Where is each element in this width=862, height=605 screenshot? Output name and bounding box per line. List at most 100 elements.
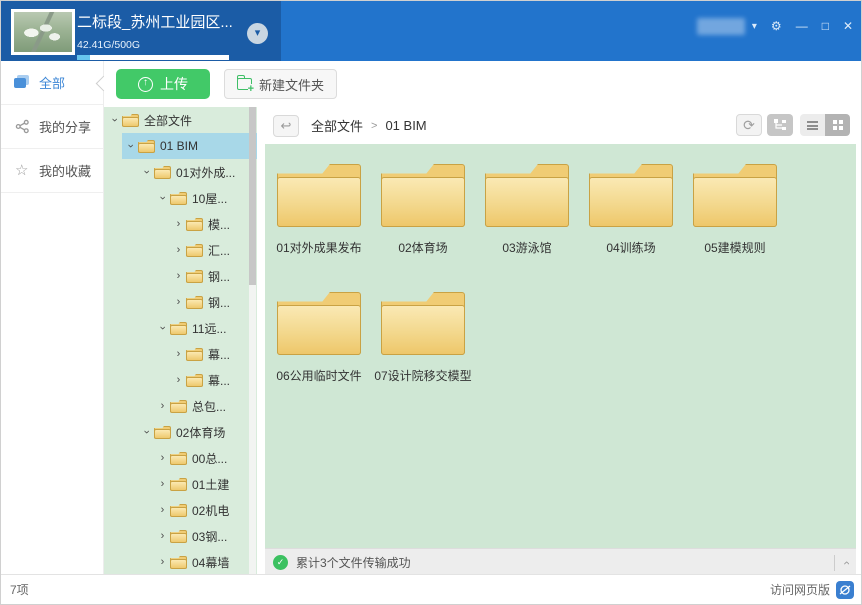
chevron-right-icon[interactable]: › — [172, 218, 185, 230]
tree-item[interactable]: ›模... — [104, 211, 257, 237]
tree-item[interactable]: ›02机电 — [104, 497, 257, 523]
chevron-right-icon[interactable]: › — [172, 374, 185, 386]
folder-card[interactable]: 04训练场 — [579, 158, 683, 286]
chevron-down-icon[interactable]: › — [141, 426, 153, 439]
storage-progress-fill — [77, 55, 90, 60]
tree-item-label: 01对外成... — [176, 164, 235, 181]
tree-item[interactable]: ›11远... — [104, 315, 257, 341]
folder-icon — [381, 292, 465, 355]
chevron-right-icon[interactable]: › — [156, 452, 169, 464]
breadcrumb-separator: > — [371, 120, 377, 132]
tree-item[interactable]: › 幕... — [104, 367, 257, 393]
folder-icon — [693, 164, 777, 227]
close-button[interactable]: ✕ — [843, 18, 853, 35]
folder-card[interactable]: 01对外成果发布 — [267, 158, 371, 286]
tree-item[interactable]: ›04幕墙 — [104, 549, 257, 575]
folder-icon — [170, 478, 187, 491]
status-bar: 7项 访问网页版 — [1, 574, 862, 604]
titlebar: 二标段_苏州工业园区... 42.41G/500G ▾ ▾ ⚙ — □ ✕ — [1, 1, 862, 61]
folder-card[interactable]: 02体育场 — [371, 158, 475, 286]
sidebar-item-all[interactable]: 全部 — [1, 61, 103, 105]
folder-icon — [170, 556, 187, 569]
tree-item[interactable]: › 00总... — [104, 445, 257, 471]
tree-item[interactable]: › 钢... — [104, 289, 257, 315]
tree-item-label: 03钢... — [192, 528, 227, 545]
settings-gear-icon[interactable]: ⚙ — [771, 18, 782, 35]
folder-card[interactable]: 03游泳馆 — [475, 158, 579, 286]
tree-item[interactable]: ›幕... — [104, 341, 257, 367]
upload-button-label: 上传 — [160, 74, 188, 94]
upload-button[interactable]: 上传 — [116, 69, 210, 99]
chevron-right-icon[interactable]: › — [172, 244, 185, 256]
tree-item-label: 钢... — [208, 268, 230, 285]
list-view-button[interactable] — [800, 114, 825, 136]
tree-item[interactable]: ›02体育场 — [104, 419, 257, 445]
tree-item[interactable]: › 汇... — [104, 237, 257, 263]
chevron-right-icon[interactable]: › — [156, 530, 169, 542]
tree-item[interactable]: › 全部文件 — [104, 107, 257, 133]
project-dropdown-button[interactable]: ▾ — [247, 23, 268, 44]
folder-icon — [170, 400, 187, 413]
folder-card[interactable]: 07设计院移交模型 — [371, 286, 475, 414]
app-window: 二标段_苏州工业园区... 42.41G/500G ▾ ▾ ⚙ — □ ✕ 全部… — [0, 0, 862, 605]
grid-view-button[interactable] — [825, 114, 850, 136]
tree-item-label: 00总... — [192, 450, 227, 467]
sidebar-item-my-favorites[interactable]: ☆我的收藏 — [1, 149, 103, 193]
transfer-collapse-chevron-icon[interactable]: › — [839, 561, 853, 565]
tree-view-toggle-button[interactable] — [767, 114, 793, 136]
folder-icon — [170, 504, 187, 517]
project-thumbnail[interactable] — [11, 9, 75, 55]
folder-tree-list: ›全部文件›01 BIM›01对外成...›10屋...›模...›汇...›钢… — [104, 107, 257, 575]
folder-card[interactable]: 05建模规则 — [683, 158, 787, 286]
chevron-right-icon[interactable]: › — [156, 504, 169, 516]
refresh-button[interactable]: ⟳ — [736, 114, 762, 136]
new-folder-button[interactable]: 新建文件夹 — [224, 69, 337, 99]
user-menu-caret-icon[interactable]: ▾ — [752, 18, 757, 35]
tree-item[interactable]: ›10屋... — [104, 185, 257, 211]
folder-icon — [170, 192, 187, 205]
new-folder-button-label: 新建文件夹 — [259, 75, 324, 94]
transfer-status-bar: ✓ 累计3个文件传输成功 › — [265, 548, 856, 576]
back-button[interactable]: ↩ — [273, 115, 299, 137]
folder-grid: 01对外成果发布02体育场03游泳馆04训练场05建模规则 06公用临时文件07设… — [265, 144, 856, 548]
tree-item-label: 钢... — [208, 294, 230, 311]
chevron-down-icon[interactable]: › — [141, 166, 153, 179]
breadcrumb-item[interactable]: 01 BIM — [385, 118, 426, 133]
tree-item-label: 幕... — [208, 372, 230, 389]
chevron-down-icon[interactable]: › — [157, 192, 169, 205]
tree-item[interactable]: › 03钢... — [104, 523, 257, 549]
folder-card[interactable]: 06公用临时文件 — [267, 286, 371, 414]
chevron-right-icon[interactable]: › — [156, 478, 169, 490]
chevron-right-icon[interactable]: › — [172, 348, 185, 360]
tree-item-label: 全部文件 — [144, 112, 192, 129]
maximize-button[interactable]: □ — [822, 18, 829, 35]
breadcrumb-item[interactable]: 全部文件 — [311, 116, 363, 135]
sidebar-item-label: 我的分享 — [39, 117, 91, 136]
folder-icon — [277, 292, 361, 355]
tree-item[interactable]: › 01对外成... — [104, 159, 257, 185]
tree-item[interactable]: ›01土建 — [104, 471, 257, 497]
chevron-right-icon[interactable]: › — [172, 270, 185, 282]
transfer-bar-controls: › — [834, 555, 848, 571]
username-redacted[interactable] — [697, 18, 745, 35]
chevron-down-icon[interactable]: › — [157, 322, 169, 335]
tree-scrollbar-thumb[interactable] — [249, 107, 256, 285]
chevron-down-icon[interactable]: › — [109, 114, 121, 127]
chevron-down-icon[interactable]: › — [125, 140, 137, 153]
chevron-right-icon[interactable]: › — [156, 400, 169, 412]
minimize-button[interactable]: — — [796, 18, 808, 35]
tree-item[interactable]: ›总包... — [104, 393, 257, 419]
tree-item[interactable]: ›01 BIM — [104, 133, 257, 159]
item-count: 7项 — [10, 581, 29, 598]
collection-icon — [15, 78, 39, 88]
tree-item[interactable]: › 钢... — [104, 263, 257, 289]
window-controls: ▾ ⚙ — □ ✕ — [697, 1, 853, 61]
sidebar-item-label: 我的收藏 — [39, 161, 91, 180]
chevron-right-icon[interactable]: › — [172, 296, 185, 308]
chevron-right-icon[interactable]: › — [156, 556, 169, 568]
open-web-version-link[interactable]: 访问网页版 — [770, 581, 854, 599]
list-view-icon — [807, 121, 818, 130]
folder-icon — [589, 164, 673, 227]
sidebar-item-my-shares[interactable]: 我的分享 — [1, 105, 103, 149]
tree-item-label: 汇... — [208, 242, 230, 259]
